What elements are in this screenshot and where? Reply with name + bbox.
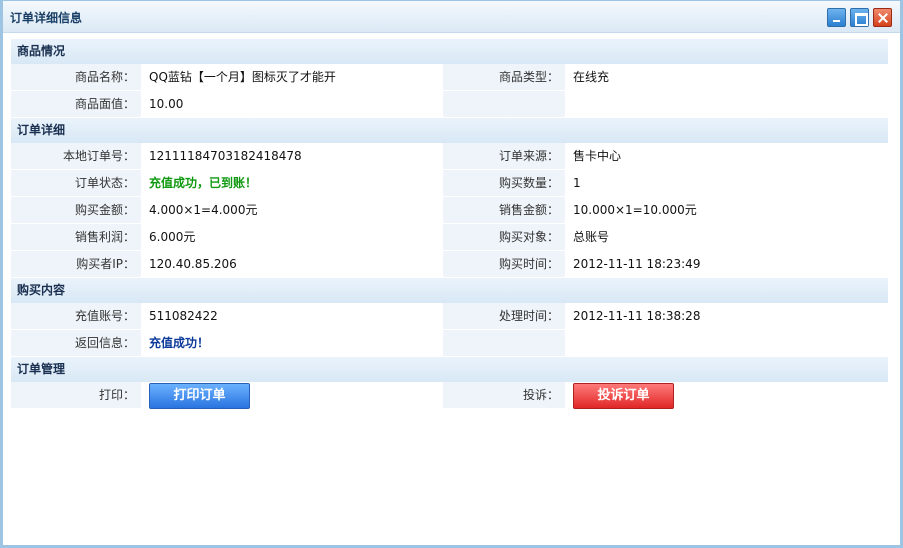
order-detail-window: 订单详细信息 商品情况 商品名称： QQ蓝钻【一个月】图标灭了才能开 商品类型：… <box>0 0 903 548</box>
empty-label <box>443 330 565 356</box>
product-type-label: 商品类型： <box>443 64 565 90</box>
order-source-value: 售卡中心 <box>565 143 888 169</box>
close-icon[interactable] <box>873 8 892 27</box>
return-info-label: 返回信息： <box>11 330 141 356</box>
purchase-target-value: 总账号 <box>565 224 888 250</box>
order-status-value: 充值成功，已到账！ <box>141 170 443 196</box>
process-time-label: 处理时间： <box>443 303 565 329</box>
section-order-header: 订单详细 <box>11 118 888 143</box>
return-info-value: 充值成功！ <box>141 330 443 356</box>
buyer-ip-label: 购买者IP： <box>11 251 141 277</box>
complain-label: 投诉： <box>443 382 565 408</box>
sales-amount-value: 10.000×1=10.000元 <box>565 197 888 223</box>
order-number-value: 12111184703182418478 <box>141 143 443 169</box>
print-label: 打印： <box>11 382 141 408</box>
print-cell: 打印订单 <box>141 382 443 409</box>
recharge-account-label: 充值账号： <box>11 303 141 329</box>
profit-label: 销售利润： <box>11 224 141 250</box>
order-source-label: 订单来源： <box>443 143 565 169</box>
empty-label <box>443 91 565 117</box>
complain-order-button[interactable]: 投诉订单 <box>573 382 674 409</box>
complain-cell: 投诉订单 <box>565 382 888 409</box>
purchase-target-label: 购买对象： <box>443 224 565 250</box>
empty-value <box>565 330 888 356</box>
product-type-value: 在线充 <box>565 64 888 90</box>
section-content-header: 购买内容 <box>11 278 888 303</box>
quantity-value: 1 <box>565 170 888 196</box>
quantity-label: 购买数量： <box>443 170 565 196</box>
minimize-icon[interactable] <box>827 8 846 27</box>
table-row: 购买者IP： 120.40.85.206 购买时间： 2012-11-11 18… <box>11 251 888 278</box>
product-name-label: 商品名称： <box>11 64 141 90</box>
maximize-icon[interactable] <box>850 8 869 27</box>
purchase-amount-label: 购买金额： <box>11 197 141 223</box>
table-row: 本地订单号： 12111184703182418478 订单来源： 售卡中心 <box>11 143 888 170</box>
face-value-label: 商品面值： <box>11 91 141 117</box>
title-bar[interactable]: 订单详细信息 <box>3 1 900 33</box>
sales-amount-label: 销售金额： <box>443 197 565 223</box>
recharge-account-value: 511082422 <box>141 303 443 329</box>
table-row: 购买金额： 4.000×1=4.000元 销售金额： 10.000×1=10.0… <box>11 197 888 224</box>
face-value-value: 10.00 <box>141 91 443 117</box>
detail-content: 商品情况 商品名称： QQ蓝钻【一个月】图标灭了才能开 商品类型： 在线充 商品… <box>11 39 888 409</box>
buyer-ip-value: 120.40.85.206 <box>141 251 443 277</box>
order-number-label: 本地订单号： <box>11 143 141 169</box>
table-row: 商品面值： 10.00 <box>11 91 888 118</box>
print-order-button[interactable]: 打印订单 <box>149 382 250 409</box>
purchase-time-value: 2012-11-11 18:23:49 <box>565 251 888 277</box>
section-product-header: 商品情况 <box>11 39 888 64</box>
order-status-label: 订单状态： <box>11 170 141 196</box>
table-row: 打印： 打印订单 投诉： 投诉订单 <box>11 382 888 409</box>
window-title: 订单详细信息 <box>10 11 83 25</box>
section-manage-header: 订单管理 <box>11 357 888 382</box>
empty-value <box>565 91 888 117</box>
table-row: 订单状态： 充值成功，已到账！ 购买数量： 1 <box>11 170 888 197</box>
product-name-value: QQ蓝钻【一个月】图标灭了才能开 <box>141 64 443 90</box>
process-time-value: 2012-11-11 18:38:28 <box>565 303 888 329</box>
table-row: 返回信息： 充值成功！ <box>11 330 888 357</box>
purchase-time-label: 购买时间： <box>443 251 565 277</box>
table-row: 销售利润： 6.000元 购买对象： 总账号 <box>11 224 888 251</box>
purchase-amount-value: 4.000×1=4.000元 <box>141 197 443 223</box>
table-row: 商品名称： QQ蓝钻【一个月】图标灭了才能开 商品类型： 在线充 <box>11 64 888 91</box>
profit-value: 6.000元 <box>141 224 443 250</box>
table-row: 充值账号： 511082422 处理时间： 2012-11-11 18:38:2… <box>11 303 888 330</box>
